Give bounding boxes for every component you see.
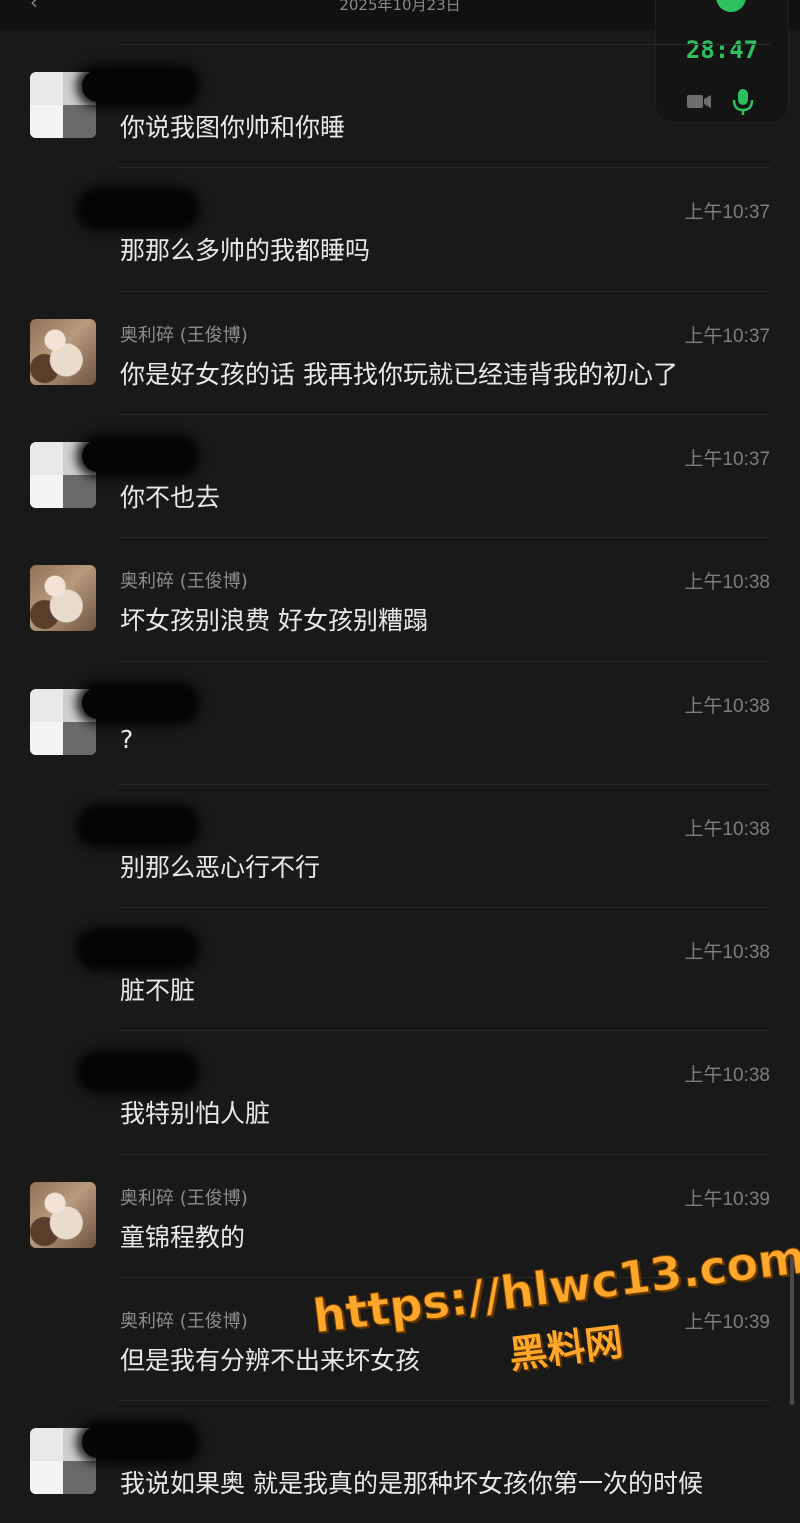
message-text: 坏女孩别浪费 好女孩别糟蹋 — [120, 606, 428, 636]
message-item[interactable]: 上午10:38 脏不脏 — [0, 907, 800, 1030]
phone-icon[interactable] — [716, 0, 746, 12]
message-time: 上午10:38 — [684, 942, 770, 964]
message-item[interactable]: 奥利碎 (王俊博) 上午10:38 坏女孩别浪费 好女孩别糟蹋 — [0, 537, 800, 660]
message-time: 上午10:38 — [684, 572, 770, 594]
message-divider — [118, 413, 770, 415]
redacted-sender-name — [82, 933, 194, 966]
redacted-sender-name — [82, 809, 194, 842]
message-divider — [118, 1277, 770, 1278]
message-text: 但是我有分辨不出来坏女孩 — [120, 1346, 421, 1375]
message-text: ? — [120, 724, 134, 754]
message-text: 你说我图你帅和你睡 — [120, 113, 346, 142]
message-divider — [118, 660, 770, 662]
message-time: 上午10:38 — [684, 1065, 770, 1087]
message-time: 上午10:39 — [684, 1312, 770, 1333]
scrollbar[interactable] — [790, 1255, 794, 1405]
message-divider — [118, 44, 770, 45]
message-text: 那那么多帅的我都睡吗 — [120, 236, 371, 266]
message-item[interactable]: 奥利碎 (王俊博) 上午10:39 童锦程教的 — [0, 1153, 800, 1277]
redacted-sender-name — [82, 193, 194, 226]
message-divider — [118, 1400, 770, 1402]
avatar[interactable] — [30, 565, 96, 632]
message-time: 上午10:37 — [684, 448, 770, 470]
redacted-sender-name — [82, 1426, 194, 1459]
message-item[interactable]: 上午10:38? — [0, 660, 800, 784]
message-divider — [118, 1030, 770, 1032]
redacted-sender-name — [82, 70, 194, 102]
message-text: 脏不脏 — [120, 976, 196, 1006]
sender-name: 奥利碎 (王俊博) — [120, 571, 248, 593]
message-divider — [118, 290, 770, 292]
message-divider — [118, 537, 770, 539]
message-item[interactable]: 上午10:37 你不也去 — [0, 413, 800, 537]
message-text: 别那么恶心行不行 — [120, 852, 321, 882]
message-time: 上午10:38 — [684, 695, 770, 717]
message-item[interactable]: 上午10:37 那那么多帅的我都睡吗 — [0, 167, 800, 290]
message-item[interactable]: 奥利碎 (王俊博) 上午10:39 但是我有分辨不出来坏女孩 — [0, 1277, 800, 1400]
message-item[interactable]: 上午10:38 我特别怕人脏 — [0, 1030, 800, 1153]
message-time: 上午10:37 — [684, 325, 770, 347]
sender-name: 奥利碎 (王俊博) — [120, 324, 248, 346]
message-time: 上午10:38 — [684, 818, 770, 840]
redacted-sender-name — [82, 439, 194, 472]
sender-name: 奥利碎 (王俊博) — [120, 1311, 248, 1332]
avatar[interactable] — [30, 318, 96, 385]
avatar[interactable] — [30, 1181, 96, 1248]
sender-name: 奥利碎 (王俊博) — [120, 1187, 248, 1209]
message-text: 童锦程教的 — [120, 1222, 246, 1252]
message-text: 我说如果奥 就是我真的是那种坏女孩你第一次的时候 — [120, 1469, 703, 1499]
message-item[interactable]: 你说我图你帅和你睡 — [0, 44, 800, 167]
message-time: 上午10:39 — [684, 1188, 770, 1210]
message-item[interactable]: 奥利碎 (王俊博) 上午10:37 你是好女孩的话 我再找你玩就已经违背我的初心了 — [0, 290, 800, 414]
message-divider — [118, 1153, 770, 1155]
message-text: 我特别怕人脏 — [120, 1099, 271, 1129]
message-item[interactable]: 我说如果奥 就是我真的是那种坏女孩你第一次的时候 — [0, 1400, 800, 1523]
message-divider — [118, 167, 770, 169]
message-divider — [118, 907, 770, 909]
message-text: 你是好女孩的话 我再找你玩就已经违背我的初心了 — [120, 359, 678, 389]
message-time: 上午10:37 — [684, 202, 770, 224]
message-item[interactable]: 上午10:38 别那么恶心行不行 — [0, 783, 800, 907]
message-divider — [118, 783, 770, 785]
redacted-sender-name — [82, 686, 194, 719]
redacted-sender-name — [82, 1056, 194, 1089]
message-text: 你不也去 — [120, 482, 221, 512]
